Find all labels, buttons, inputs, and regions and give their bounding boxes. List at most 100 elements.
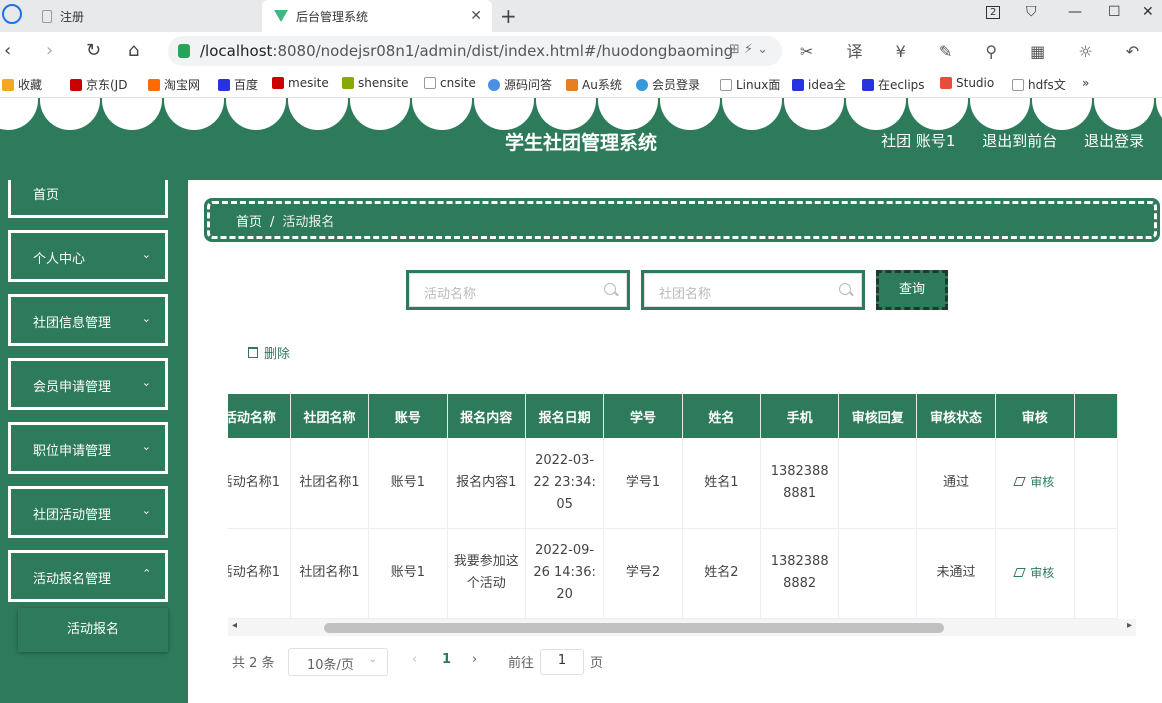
bookmark-item[interactable]: shensite (342, 76, 409, 90)
back-icon[interactable]: ‹ (4, 40, 11, 61)
cell-name: 姓名2 (682, 528, 762, 619)
maximize-icon[interactable]: ☐ (1108, 4, 1121, 20)
table-horizontal-scrollbar[interactable]: ◂ ▸ (228, 619, 1136, 636)
jd-icon (70, 78, 82, 91)
bookmarks-bar: 收藏 京东(JD 淘宝网 百度 mesite shensite cnsite 源… (0, 70, 1162, 98)
column-header[interactable]: 审核 (995, 394, 1075, 438)
table-header-row: 活动名称 社团名称 账号 报名内容 报名日期 学号 姓名 手机 审核回复 审核状… (228, 394, 1119, 438)
address-actions-icon[interactable]: ⊞ ⚡ ⌄ (729, 42, 768, 57)
prev-page-icon[interactable]: ‹ (412, 652, 417, 667)
breadcrumb-home[interactable]: 首页 (236, 215, 262, 230)
page-size-value: 10条/页 (307, 658, 354, 673)
sidebar-item-club-info[interactable]: 社团信息管理 ⌄ (8, 294, 168, 346)
goto-page-input[interactable]: 1 (540, 649, 584, 675)
logout-link[interactable]: 退出登录 (1084, 132, 1144, 150)
sidebar-item-label: 会员申请管理 (33, 380, 112, 395)
minimize-icon[interactable]: — (1068, 4, 1082, 20)
audit-label: 审核 (1030, 475, 1055, 490)
taobao-icon (148, 78, 160, 91)
bookmark-item[interactable]: 京东(JD (70, 76, 127, 93)
sidebar-item-personal-center[interactable]: 个人中心 ⌄ (8, 230, 168, 282)
address-bar[interactable]: /localhost:8080/nodejsr08n1/admin/dist/i… (168, 36, 782, 66)
sidebar-item-activity-signup[interactable]: 活动报名管理 ⌄ (8, 550, 168, 602)
bookmark-item[interactable]: mesite (272, 76, 329, 90)
column-header[interactable]: 报名日期 (525, 394, 605, 438)
page-size-select[interactable]: 10条/页 ⌄ (288, 648, 388, 676)
club-name-input[interactable]: 社团名称 (644, 273, 862, 307)
sidebar-item-member-apply[interactable]: 会员申请管理 ⌄ (8, 358, 168, 410)
table-row[interactable]: 活动名称1 社团名称1 账号1 报名内容1 2022-03-22 23:34:0… (228, 438, 1119, 529)
url-host: /localhost (200, 42, 273, 60)
table-row[interactable]: 活动名称1 社团名称1 账号1 我要参加这个活动 2022-09-26 14:3… (228, 528, 1119, 619)
next-page-icon[interactable]: › (472, 652, 477, 667)
bookmark-item[interactable]: 在eclips (862, 76, 925, 93)
bookmark-item[interactable]: 百度 (218, 76, 258, 93)
reload-icon[interactable]: ↻ (86, 40, 101, 61)
shirt-icon[interactable]: ⛉ (1026, 4, 1037, 20)
column-header[interactable]: 账号 (368, 394, 448, 438)
browser-logo-icon (2, 4, 22, 24)
audit-button[interactable]: 审核 (1013, 566, 1054, 580)
sidebar-item-home[interactable]: 首页 (8, 180, 168, 218)
bookmark-item[interactable]: hdfs文 (1012, 76, 1066, 93)
bookmark-item[interactable]: 源码问答 (488, 76, 552, 93)
bookmark-item[interactable]: Au系统 (566, 76, 622, 93)
activity-name-input[interactable]: 活动名称 (409, 273, 627, 307)
query-button[interactable]: 查询 (876, 270, 948, 310)
baidu-icon (862, 78, 874, 91)
scroll-left-icon[interactable]: ◂ (232, 620, 237, 631)
scroll-right-icon[interactable]: ▸ (1127, 620, 1132, 631)
goto-label: 前往 (508, 656, 535, 671)
column-header[interactable]: 社团名称 (290, 394, 370, 438)
bookmarks-more-icon[interactable]: » (1082, 76, 1089, 90)
toolbar-icons[interactable]: ✂ 译 ¥ ✎ ⚲ ▦ ☼ ↶ ✂ (800, 38, 1162, 62)
sidebar-item-label: 首页 (33, 188, 60, 203)
breadcrumb-inner: 首页 / 活动报名 (207, 201, 1157, 239)
delete-button[interactable]: 删除 (248, 343, 290, 362)
site-icon (566, 78, 578, 91)
home-icon[interactable]: ⌂ (128, 40, 139, 61)
close-window-icon[interactable]: ✕ (1142, 4, 1154, 20)
sidebar-item-label: 活动报名管理 (33, 572, 112, 587)
sidebar-item-position-apply[interactable]: 职位申请管理 ⌄ (8, 422, 168, 474)
exit-to-front-link[interactable]: 退出到前台 (982, 132, 1057, 150)
scrollbar-thumb[interactable] (324, 623, 944, 633)
forward-icon[interactable]: › (46, 40, 53, 61)
column-header[interactable]: 学号 (603, 394, 683, 438)
chevron-down-icon: ⌄ (141, 504, 151, 517)
bookmark-item[interactable]: Linux面 (720, 76, 780, 93)
cell-signup-content: 我要参加这个活动 (447, 528, 526, 619)
browser-tab-label: 注册 (60, 9, 85, 24)
bookmark-item[interactable]: 收藏 (2, 76, 42, 93)
column-header[interactable]: 报名内容 (447, 394, 526, 438)
audit-button[interactable]: 审核 (1013, 475, 1055, 490)
scallop-decoration (0, 98, 1162, 130)
cell-account: 账号1 (368, 528, 448, 619)
edit-icon (1013, 477, 1026, 487)
column-header[interactable]: 活动名称 (228, 394, 291, 438)
sidebar-item-club-activity[interactable]: 社团活动管理 ⌄ (8, 486, 168, 538)
cell-signup-date: 2022-09-26 14:36:20 (525, 528, 605, 619)
bookmark-item[interactable]: 会员登录 (636, 76, 700, 93)
breadcrumb-current: 活动报名 (282, 215, 335, 230)
column-header[interactable]: 审核状态 (916, 394, 996, 438)
column-header[interactable]: 手机 (760, 394, 840, 438)
browser-tab-register[interactable]: 注册 (30, 0, 260, 32)
sidebar-item-label: 职位申请管理 (33, 444, 112, 459)
cell-audit-status: 未通过 (916, 528, 996, 619)
sidebar-subitem-activity-signup[interactable]: 活动报名 (18, 608, 168, 652)
browser-tab-admin[interactable]: 后台管理系统 ✕ (262, 0, 492, 32)
bookmark-item[interactable]: 淘宝网 (148, 76, 200, 93)
bookmark-item[interactable]: cnsite (424, 76, 476, 90)
tab-count-icon[interactable]: 2 (986, 6, 1001, 19)
new-tab-icon[interactable]: + (500, 4, 517, 28)
close-tab-icon[interactable]: ✕ (470, 8, 482, 24)
bookmark-item[interactable]: Studio (940, 76, 994, 90)
bookmark-item[interactable]: idea全 (792, 76, 846, 93)
cell-empty (1074, 438, 1119, 529)
cell-name: 姓名1 (682, 438, 762, 529)
cell-activity-name: 活动名称1 (228, 528, 291, 619)
column-header[interactable]: 姓名 (682, 394, 762, 438)
page-number-current[interactable]: 1 (442, 652, 451, 667)
column-header[interactable]: 审核回复 (838, 394, 918, 438)
